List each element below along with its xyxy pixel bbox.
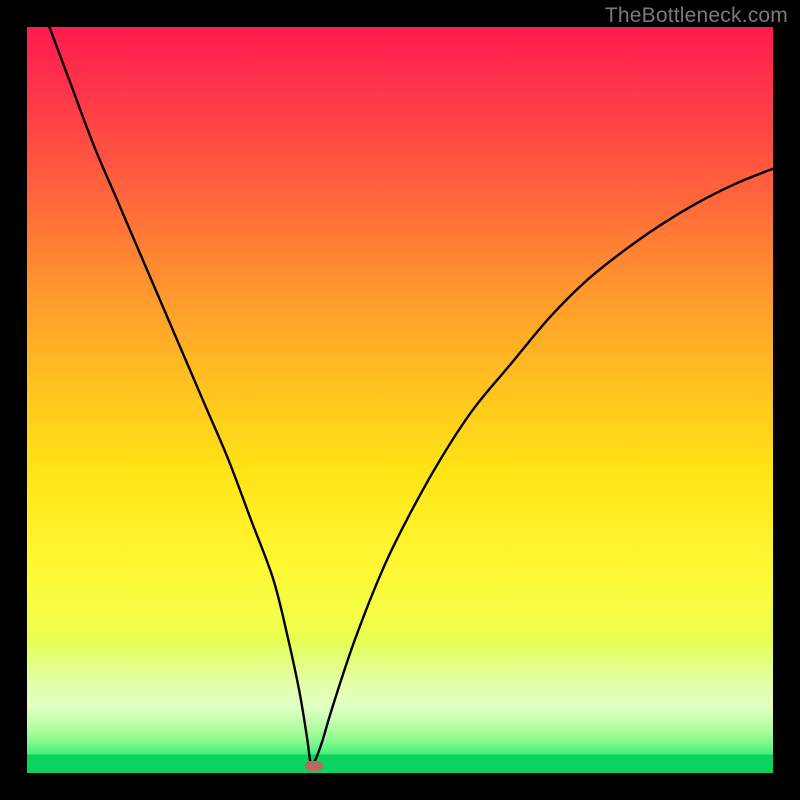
watermark-text: TheBottleneck.com — [605, 4, 788, 28]
bottleneck-curve — [27, 27, 773, 773]
chart-frame: TheBottleneck.com — [0, 0, 800, 800]
plot-area — [27, 27, 773, 773]
optimum-marker — [305, 761, 323, 771]
